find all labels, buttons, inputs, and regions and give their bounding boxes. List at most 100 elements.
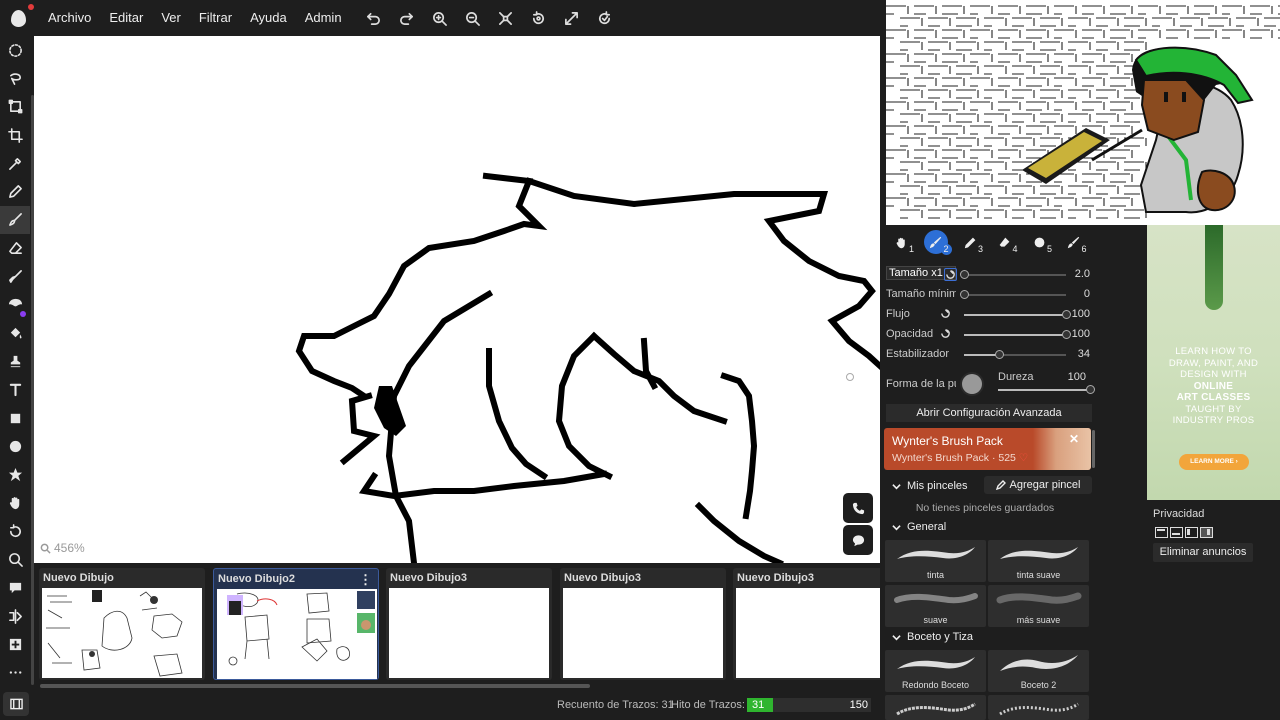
document-tab-active[interactable]: Nuevo Dibujo2 ⋮ bbox=[213, 568, 379, 680]
brush-card-suave[interactable]: suave bbox=[885, 585, 986, 627]
flow-track[interactable] bbox=[964, 310, 1071, 319]
polygon-icon[interactable] bbox=[0, 460, 30, 488]
min-size-track[interactable] bbox=[960, 290, 1066, 299]
layout-right-icon[interactable] bbox=[1200, 527, 1213, 538]
document-thumbnail[interactable] bbox=[563, 588, 723, 678]
brush-card-partial[interactable] bbox=[988, 695, 1089, 720]
liquify-icon[interactable] bbox=[0, 291, 30, 319]
size-track[interactable] bbox=[960, 270, 1066, 279]
more-icon[interactable] bbox=[0, 659, 30, 687]
eyedropper-icon[interactable] bbox=[0, 149, 30, 177]
chat-button[interactable] bbox=[843, 525, 873, 555]
lasso-select-icon[interactable] bbox=[0, 36, 30, 64]
menu-filtrar[interactable]: Filtrar bbox=[190, 0, 241, 36]
ad-learn-more-button[interactable]: LEARN MORE › bbox=[1179, 454, 1249, 470]
hardness-track[interactable] bbox=[998, 389, 1088, 391]
crop-icon[interactable] bbox=[0, 121, 30, 149]
text-icon[interactable] bbox=[0, 376, 30, 404]
stabilizer-track[interactable] bbox=[964, 350, 1066, 359]
document-thumbnail[interactable] bbox=[389, 588, 549, 678]
brush-icon[interactable] bbox=[0, 205, 30, 235]
pressure-opacity-icon[interactable] bbox=[940, 328, 953, 341]
remove-ads-button[interactable]: Eliminar anuncios bbox=[1153, 543, 1253, 562]
zoom-icon[interactable] bbox=[0, 545, 30, 573]
reset-rotation-icon[interactable] bbox=[588, 0, 621, 36]
brush-pack-promo[interactable]: Wynter's Brush Pack Wynter's Brush Pack … bbox=[884, 428, 1091, 470]
general-header[interactable]: General bbox=[892, 521, 946, 533]
add-icon[interactable] bbox=[0, 630, 30, 658]
eraser-icon[interactable] bbox=[0, 234, 30, 262]
slider-knob[interactable] bbox=[960, 290, 969, 299]
pressure-size-icon[interactable] bbox=[944, 268, 957, 281]
promo-close-icon[interactable]: ✕ bbox=[1069, 432, 1079, 446]
redo-icon[interactable] bbox=[390, 0, 423, 36]
ellipse-icon[interactable] bbox=[0, 432, 30, 460]
zoom-out-icon[interactable] bbox=[456, 0, 489, 36]
brush-card-mas-suave[interactable]: más suave bbox=[988, 585, 1089, 627]
sketch-header[interactable]: Boceto y Tiza bbox=[892, 631, 973, 643]
smudge-icon[interactable] bbox=[0, 262, 30, 290]
app-logo-icon[interactable] bbox=[0, 0, 36, 36]
layout-bottom-icon[interactable] bbox=[1170, 527, 1183, 538]
brush-card-boceto-2[interactable]: Boceto 2 bbox=[988, 650, 1089, 692]
menu-admin[interactable]: Admin bbox=[296, 0, 351, 36]
add-brush-button[interactable]: Agregar pincel bbox=[984, 476, 1092, 494]
pressure-flow-icon[interactable] bbox=[940, 308, 953, 321]
stabilizer-slider-row[interactable]: Estabilizador 34 bbox=[886, 345, 1096, 365]
slider-knob[interactable] bbox=[994, 350, 1004, 359]
drawing-canvas[interactable]: 456% bbox=[34, 36, 880, 563]
menu-ver[interactable]: Ver bbox=[152, 0, 190, 36]
preset-circle[interactable]: 5 bbox=[1022, 227, 1057, 257]
document-thumbnail[interactable] bbox=[736, 588, 880, 678]
min-size-slider-row[interactable]: Tamaño mínimo 0 bbox=[886, 285, 1096, 305]
transform-icon[interactable] bbox=[0, 93, 30, 121]
preset-brush-alt[interactable]: 6 bbox=[1057, 227, 1092, 257]
undo-icon[interactable] bbox=[357, 0, 390, 36]
document-tab[interactable]: Nuevo Dibujo bbox=[39, 568, 205, 680]
horizontal-scrollbar[interactable] bbox=[40, 684, 590, 688]
promo-scrollbar[interactable] bbox=[1092, 430, 1095, 468]
opacity-track[interactable] bbox=[964, 330, 1071, 339]
rectangle-icon[interactable] bbox=[0, 404, 30, 432]
zoom-in-icon[interactable] bbox=[423, 0, 456, 36]
opacity-slider-row[interactable]: Opacidad 100 bbox=[886, 325, 1096, 345]
document-tab[interactable]: Nuevo Dibujo3 bbox=[386, 568, 552, 680]
lasso-free-icon[interactable] bbox=[0, 64, 30, 92]
document-tab[interactable]: Nuevo Dibujo3 bbox=[733, 568, 880, 680]
hardness-knob[interactable] bbox=[1086, 385, 1095, 394]
fullscreen-icon[interactable] bbox=[555, 0, 588, 36]
size-slider-row[interactable]: Tamaño x1 2.0 bbox=[886, 265, 1096, 285]
flow-slider-row[interactable]: Flujo 100 bbox=[886, 305, 1096, 325]
slider-knob[interactable] bbox=[960, 270, 969, 279]
pen-icon[interactable] bbox=[0, 177, 30, 205]
stamp-icon[interactable] bbox=[0, 347, 30, 375]
film-strip-button[interactable] bbox=[3, 692, 29, 716]
preset-eraser[interactable]: 4 bbox=[988, 227, 1023, 257]
paint-bucket-icon[interactable] bbox=[0, 319, 30, 347]
brush-card-partial[interactable] bbox=[885, 695, 986, 720]
tip-shape-button[interactable] bbox=[960, 372, 984, 396]
menu-archivo[interactable]: Archivo bbox=[39, 0, 100, 36]
menu-editar[interactable]: Editar bbox=[100, 0, 152, 36]
layout-top-icon[interactable] bbox=[1155, 527, 1168, 538]
advanced-settings-button[interactable]: Abrir Configuración Avanzada bbox=[886, 404, 1092, 422]
preset-brush[interactable]: 2 bbox=[919, 227, 954, 257]
document-thumbnail[interactable] bbox=[42, 588, 202, 678]
rotate-canvas-icon[interactable] bbox=[0, 517, 30, 545]
brush-card-tinta-suave[interactable]: tinta suave bbox=[988, 540, 1089, 582]
hand-icon[interactable] bbox=[0, 489, 30, 517]
brush-card-redondo-boceto[interactable]: Redondo Boceto bbox=[885, 650, 986, 692]
symmetry-icon[interactable] bbox=[0, 602, 30, 630]
document-tab[interactable]: Nuevo Dibujo3 bbox=[560, 568, 726, 680]
rotate-icon[interactable] bbox=[522, 0, 555, 36]
call-button[interactable] bbox=[843, 493, 873, 523]
reference-image-panel[interactable] bbox=[886, 0, 1280, 225]
document-thumbnail[interactable] bbox=[217, 589, 377, 679]
comment-icon[interactable] bbox=[0, 574, 30, 602]
more-options-icon[interactable]: ⋮ bbox=[359, 572, 372, 588]
advertisement[interactable]: LEARN HOW TO DRAW, PAINT, AND DESIGN WIT… bbox=[1147, 225, 1280, 500]
my-brushes-header[interactable]: Mis pinceles bbox=[892, 480, 968, 492]
menu-ayuda[interactable]: Ayuda bbox=[241, 0, 296, 36]
privacy-label[interactable]: Privacidad bbox=[1153, 508, 1204, 520]
fit-screen-icon[interactable] bbox=[489, 0, 522, 36]
